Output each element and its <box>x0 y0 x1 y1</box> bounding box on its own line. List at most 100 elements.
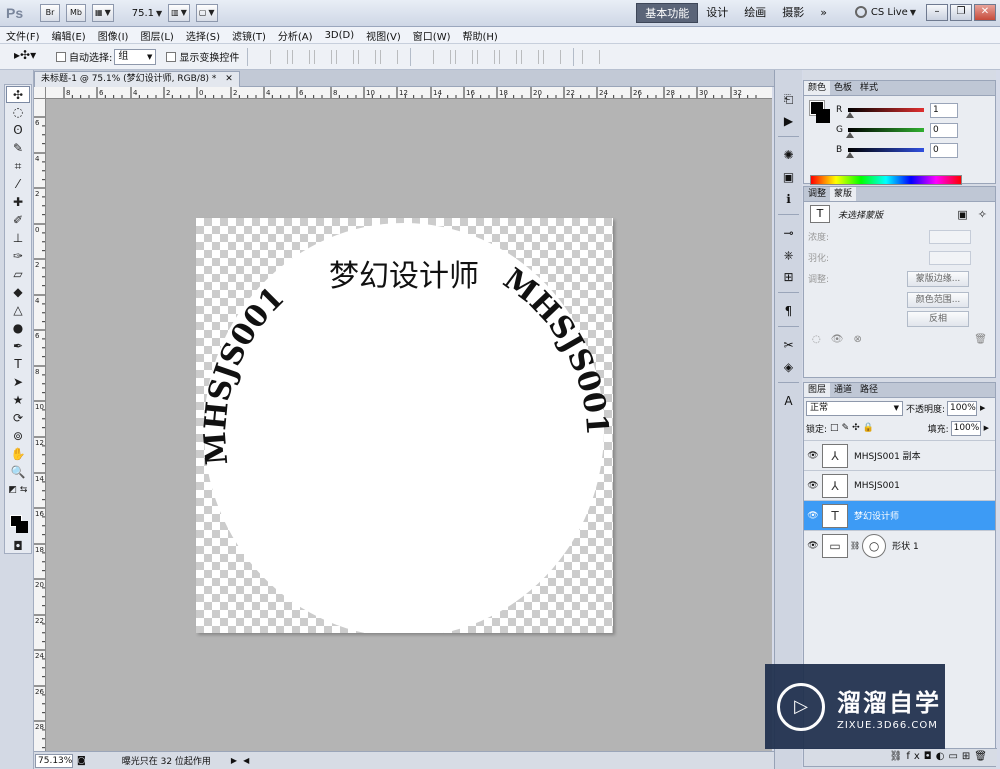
document-canvas[interactable]: MHSJS001 梦幻设计师 MHSJS001 <box>196 218 613 633</box>
history-panel-icon[interactable]: ⎗ <box>779 90 799 108</box>
restore-button[interactable]: ❐ <box>950 4 972 21</box>
move-tool-preset-icon[interactable]: ▸✣▾ <box>14 48 46 66</box>
more-workspaces-button[interactable]: » <box>812 3 835 23</box>
layer-name[interactable]: MHSJS001 副本 <box>854 449 921 462</box>
brush-presets-panel-icon[interactable]: ⊞ <box>779 268 799 286</box>
default-colors-icon[interactable]: ◩ ⇆ <box>6 482 30 499</box>
workspace-painting[interactable]: 绘画 <box>736 3 774 23</box>
load-selection-icon[interactable]: ◌ <box>812 334 821 345</box>
new-group-icon[interactable]: ▭ <box>948 751 961 762</box>
align-bottom-icon[interactable] <box>314 49 333 64</box>
link-layers-icon[interactable]: ⛓ <box>890 751 907 762</box>
view-extras-button[interactable]: ▦ ▼ <box>92 4 114 22</box>
workspace-photography[interactable]: 摄影 <box>774 3 812 23</box>
lock-all-icon[interactable]: 🔒 <box>863 423 874 433</box>
tab-paths[interactable]: 路径 <box>856 383 882 397</box>
ruler-origin[interactable] <box>34 87 46 99</box>
slider-thumb-icon[interactable] <box>846 132 854 138</box>
distribute-bottom-icon[interactable] <box>477 49 496 64</box>
healing-brush-tool-icon[interactable]: ✚ <box>6 194 30 211</box>
workspace-essentials[interactable]: 基本功能 <box>636 3 699 23</box>
status-scroll-left-icon[interactable]: ◀ <box>243 756 249 765</box>
screen-mode-button[interactable]: ▢ ▼ <box>195 4 218 22</box>
slider-thumb-icon[interactable] <box>846 152 854 158</box>
opacity-arrow-icon[interactable]: ▶ <box>980 404 985 412</box>
minimize-button[interactable]: – <box>926 4 948 21</box>
brushes-panel-icon[interactable]: ⊸ <box>779 224 799 242</box>
red-channel-value[interactable]: 1 <box>930 102 958 118</box>
close-button[interactable]: ✕ <box>974 4 996 21</box>
vector-mask-icon[interactable]: ✧ <box>978 208 987 221</box>
clone-stamp-tool-icon[interactable]: ⊥ <box>6 230 30 247</box>
show-transform-checkbox[interactable] <box>166 51 177 62</box>
status-zoom-field[interactable]: 75.13% <box>35 753 73 768</box>
green-channel-value[interactable]: 0 <box>930 122 958 138</box>
align-top-icon[interactable] <box>270 49 289 64</box>
tab-layers[interactable]: 图层 <box>804 383 831 397</box>
eye-icon[interactable]: 👁 <box>804 451 822 461</box>
new-layer-icon[interactable]: ⊞ <box>962 751 974 762</box>
distribute-vcenter-icon[interactable] <box>455 49 474 64</box>
distribute-top-icon[interactable] <box>433 49 452 64</box>
mask-density-field[interactable] <box>929 229 971 244</box>
auto-select-dropdown[interactable]: 组 <box>114 48 157 65</box>
menu-view[interactable]: 视图(V) <box>366 28 401 43</box>
panel-background-swatch[interactable] <box>816 109 830 123</box>
distribute-left-icon[interactable] <box>499 49 518 64</box>
status-menu-arrow-icon[interactable]: ▶ <box>231 756 237 765</box>
align-hcenter-icon[interactable] <box>358 49 377 64</box>
history-brush-tool-icon[interactable]: ✑ <box>6 248 30 265</box>
add-mask-icon[interactable]: ◘ <box>924 751 936 762</box>
hand-tool-icon[interactable]: ✋ <box>6 446 30 463</box>
background-color-swatch[interactable] <box>16 521 28 533</box>
eye-icon[interactable]: 👁 <box>804 541 822 551</box>
delete-mask-icon[interactable]: 🗑 <box>974 334 987 345</box>
menu-select[interactable]: 选择(S) <box>186 28 220 43</box>
horizontal-ruler[interactable]: 8 6 4 2 0 2 4 6 8 10 12 14 16 18 20 22 24 26 28 30 32 <box>46 87 772 99</box>
eyedropper-tool-icon[interactable]: ⁄ <box>6 176 30 193</box>
path-select-tool-icon[interactable]: ➤ <box>6 374 30 391</box>
lock-pixels-icon[interactable]: ✎ <box>842 423 850 433</box>
shape-tool-icon[interactable]: ★ <box>6 392 30 409</box>
actions-panel-icon[interactable]: ▶ <box>779 112 799 130</box>
auto-align-icon[interactable] <box>582 49 601 64</box>
apply-mask-icon[interactable]: 👁 <box>831 334 844 345</box>
cs-live-button[interactable]: CS Live ▼ <box>854 6 916 18</box>
red-channel-slider[interactable] <box>846 108 924 118</box>
fx-icon[interactable]: fx <box>906 751 923 762</box>
mask-feather-field[interactable] <box>929 250 971 265</box>
quick-select-tool-icon[interactable]: ✎ <box>6 140 30 157</box>
quick-mask-icon[interactable]: ◘ <box>6 538 30 555</box>
crop-tool-icon[interactable]: ⌗ <box>6 158 30 175</box>
blue-channel-value[interactable]: 0 <box>930 142 958 158</box>
paint-bucket-tool-icon[interactable]: ◆ <box>6 284 30 301</box>
menu-analysis[interactable]: 分析(A) <box>278 28 313 43</box>
menu-3d[interactable]: 3D(D) <box>325 30 355 41</box>
menu-help[interactable]: 帮助(H) <box>463 28 498 43</box>
marquee-tool-icon[interactable]: ◌ <box>6 104 30 121</box>
notes-panel-icon[interactable]: ◈ <box>779 358 799 376</box>
blue-channel-slider[interactable] <box>846 148 924 158</box>
menu-layer[interactable]: 图层(L) <box>140 28 173 43</box>
distribute-right-icon[interactable] <box>543 49 562 64</box>
align-left-icon[interactable] <box>336 49 355 64</box>
status-preview-icon[interactable]: ◙ <box>77 756 86 766</box>
zoom-level[interactable]: 75.1 <box>132 8 154 19</box>
invert-button[interactable]: 反相 <box>907 311 969 327</box>
green-channel-slider[interactable] <box>846 128 924 138</box>
lock-position-icon[interactable]: ✣ <box>852 423 860 433</box>
menu-file[interactable]: 文件(F) <box>6 28 40 43</box>
layer-row[interactable]: 👁 ⅄ MHSJS001 副本 <box>804 440 995 470</box>
3d-orbit-tool-icon[interactable]: ⊚ <box>6 428 30 445</box>
menu-window[interactable]: 窗口(W) <box>413 28 451 43</box>
adjustment-layer-icon[interactable]: ◐ <box>936 751 949 762</box>
tab-swatches[interactable]: 色板 <box>830 81 856 95</box>
layer-row-selected[interactable]: 👁 T 梦幻设计师 <box>804 500 995 530</box>
type-tool-icon[interactable]: T <box>6 356 30 373</box>
tab-color[interactable]: 颜色 <box>804 81 831 95</box>
delete-layer-icon[interactable]: 🗑 <box>974 751 991 762</box>
3d-rotate-tool-icon[interactable]: ⟳ <box>6 410 30 427</box>
clone-source-panel-icon[interactable]: ⎈ <box>779 246 799 264</box>
character-panel-icon[interactable]: A <box>779 392 799 410</box>
dodge-tool-icon[interactable]: ● <box>6 320 30 337</box>
